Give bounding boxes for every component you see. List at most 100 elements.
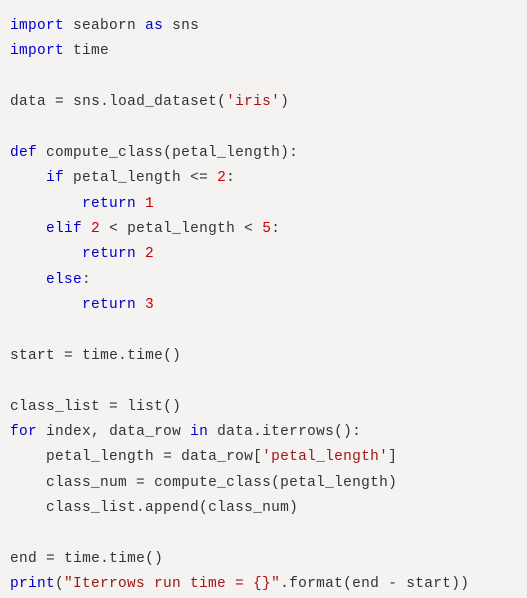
token-str: 'petal_length' — [262, 449, 388, 465]
token-op: = — [109, 399, 118, 415]
code-line: else: — [10, 268, 517, 293]
code-line: return 2 — [10, 242, 517, 267]
token-op: = — [55, 94, 64, 110]
token-id: class_num — [208, 500, 289, 516]
token-kw: for — [10, 424, 37, 440]
token-op: ( — [55, 576, 64, 592]
token-id: time.time — [64, 551, 145, 567]
token-id: list — [127, 399, 163, 415]
token-str: 'iris' — [226, 94, 280, 110]
token-id: seaborn — [73, 18, 136, 34]
token-kw: if — [46, 170, 64, 186]
code-line — [10, 65, 517, 90]
token-op: ( — [199, 500, 208, 516]
token-op: : — [82, 272, 91, 288]
token-op: ) — [289, 500, 298, 516]
token-id: data.iterrows — [217, 424, 334, 440]
token-op: : — [226, 170, 235, 186]
token-op: ) — [280, 94, 289, 110]
token-kw: import — [10, 18, 64, 34]
token-op: . — [280, 576, 289, 592]
token-op: < — [109, 221, 118, 237]
token-kw: return — [82, 246, 136, 262]
token-id: class_num — [46, 475, 127, 491]
token-kw: import — [10, 43, 64, 59]
token-id: data_row — [181, 449, 253, 465]
token-kw: return — [82, 297, 136, 313]
token-id: sns — [172, 18, 199, 34]
token-op: = — [64, 348, 73, 364]
code-line: if petal_length <= 2: — [10, 166, 517, 191]
token-kw: as — [145, 18, 163, 34]
token-op: ): — [280, 145, 298, 161]
code-line: data = sns.load_dataset('iris') — [10, 90, 517, 115]
code-line: print("Iterrows run time = {}".format(en… — [10, 572, 517, 597]
code-line — [10, 116, 517, 141]
token-op: )) — [451, 576, 469, 592]
token-id: compute_class — [154, 475, 271, 491]
token-op: < — [244, 221, 253, 237]
token-id: class_list — [10, 399, 100, 415]
token-id: petal_length — [46, 449, 154, 465]
token-num: 2 — [91, 221, 100, 237]
code-line: def compute_class(petal_length): — [10, 141, 517, 166]
token-id: format — [289, 576, 343, 592]
token-op: = — [163, 449, 172, 465]
code-line — [10, 369, 517, 394]
token-id: end — [352, 576, 379, 592]
code-line: return 3 — [10, 293, 517, 318]
token-op: ( — [271, 475, 280, 491]
token-id: index — [46, 424, 91, 440]
code-line: class_num = compute_class(petal_length) — [10, 471, 517, 496]
token-id: start — [406, 576, 451, 592]
token-num: 2 — [145, 246, 154, 262]
token-op: <= — [190, 170, 208, 186]
token-id: data — [10, 94, 46, 110]
code-line — [10, 319, 517, 344]
token-kw: return — [82, 196, 136, 212]
code-line: return 1 — [10, 192, 517, 217]
token-id: petal_length — [172, 145, 280, 161]
token-num: 2 — [217, 170, 226, 186]
token-op: (): — [334, 424, 361, 440]
code-block: import seaborn as snsimport time data = … — [10, 14, 517, 598]
token-id: petal_length — [73, 170, 181, 186]
token-id: class_list.append — [46, 500, 199, 516]
token-op: = — [136, 475, 145, 491]
token-str: "Iterrows run time = {}" — [64, 576, 280, 592]
token-id: compute_class — [46, 145, 163, 161]
token-id: data_row — [109, 424, 181, 440]
token-id: petal_length — [280, 475, 388, 491]
token-op: ( — [217, 94, 226, 110]
token-op: : — [271, 221, 280, 237]
token-kw: elif — [46, 221, 82, 237]
token-kw: def — [10, 145, 37, 161]
code-line: petal_length = data_row['petal_length'] — [10, 445, 517, 470]
token-op: - — [388, 576, 397, 592]
token-op: ) — [388, 475, 397, 491]
token-op: () — [163, 348, 181, 364]
token-id: end — [10, 551, 37, 567]
code-line: import seaborn as sns — [10, 14, 517, 39]
code-line: elif 2 < petal_length < 5: — [10, 217, 517, 242]
token-op: [ — [253, 449, 262, 465]
code-line: import time — [10, 39, 517, 64]
token-op: , — [91, 424, 100, 440]
token-num: 5 — [262, 221, 271, 237]
token-num: 3 — [145, 297, 154, 313]
code-line: start = time.time() — [10, 344, 517, 369]
token-kw: print — [10, 576, 55, 592]
token-kw: in — [190, 424, 208, 440]
token-id: time — [73, 43, 109, 59]
code-line: class_list.append(class_num) — [10, 496, 517, 521]
token-op: ( — [343, 576, 352, 592]
token-op: = — [46, 551, 55, 567]
token-op: ] — [388, 449, 397, 465]
token-id: start — [10, 348, 55, 364]
code-line: class_list = list() — [10, 395, 517, 420]
token-num: 1 — [145, 196, 154, 212]
token-id: time.time — [82, 348, 163, 364]
token-id: petal_length — [127, 221, 235, 237]
token-kw: else — [46, 272, 82, 288]
code-line: for index, data_row in data.iterrows(): — [10, 420, 517, 445]
